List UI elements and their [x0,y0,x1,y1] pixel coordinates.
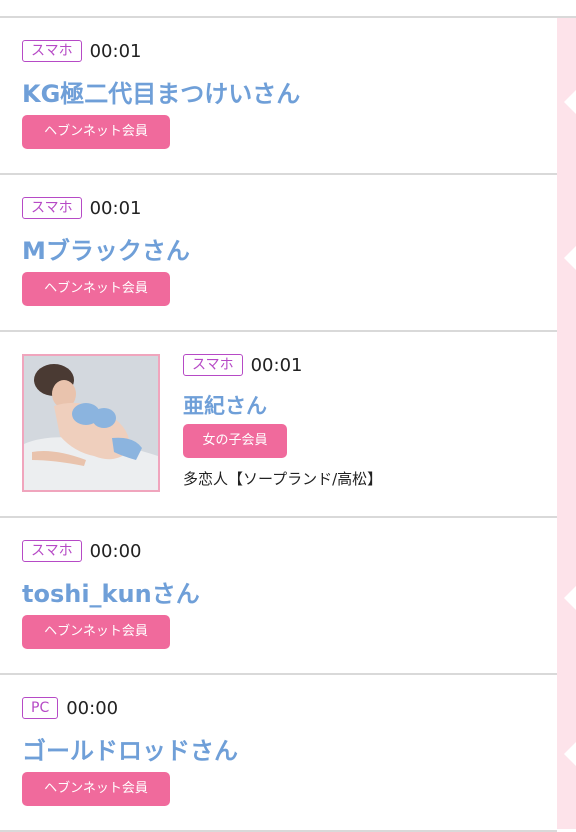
list-item[interactable]: スマホ 00:00 toshi_kunさん ヘブンネット会員 [0,518,557,675]
shop-name[interactable]: 多恋人【ソープランド/高松】 [183,468,382,489]
access-history-list: スマホ 00:01 KG極二代目まつけいさん ヘブンネット会員 スマホ 00:0… [0,18,557,832]
entry-meta: PC 00:00 [22,697,118,719]
membership-button[interactable]: ヘブンネット会員 [22,772,170,806]
girl-photo-image [24,356,158,490]
girl-photo[interactable] [22,354,160,492]
user-name-link[interactable]: Mブラックさん [22,231,190,266]
membership-button[interactable]: ヘブンネット会員 [22,272,170,306]
membership-button[interactable]: ヘブンネット会員 [22,115,170,149]
user-name-link[interactable]: KG極二代目まつけいさん [22,74,300,109]
membership-button[interactable]: ヘブンネット会員 [22,615,170,649]
access-time: 00:00 [89,540,142,562]
side-decoration [557,18,576,829]
access-time: 00:00 [66,697,119,719]
device-badge: スマホ [22,540,82,562]
side-notch [564,742,576,766]
user-name-link[interactable]: ゴールドロッドさん [22,731,238,766]
list-item[interactable]: スマホ 00:01 亜紀さん 女の子会員 多恋人【ソープランド/高松】 [0,332,557,518]
device-badge: PC [22,697,59,719]
device-badge: スマホ [22,197,82,219]
access-time: 00:01 [89,40,142,62]
entry-meta: スマホ 00:01 [183,354,302,376]
access-time: 00:01 [89,197,142,219]
entry-meta: スマホ 00:00 [22,540,141,562]
list-item[interactable]: スマホ 00:01 KG極二代目まつけいさん ヘブンネット会員 [0,18,557,175]
user-name-link[interactable]: toshi_kunさん [22,574,200,609]
device-badge: スマホ [183,354,243,376]
side-notch [564,246,576,270]
entry-meta: スマホ 00:01 [22,197,141,219]
list-item[interactable]: スマホ 00:01 Mブラックさん ヘブンネット会員 [0,175,557,332]
entry-meta: スマホ 00:01 [22,40,141,62]
device-badge: スマホ [22,40,82,62]
side-notch [564,90,576,114]
user-name-link[interactable]: 亜紀さん [183,390,267,420]
membership-button[interactable]: 女の子会員 [183,424,287,458]
list-item[interactable]: PC 00:00 ゴールドロッドさん ヘブンネット会員 [0,675,557,832]
access-time: 00:01 [250,354,303,376]
side-notch [564,586,576,610]
